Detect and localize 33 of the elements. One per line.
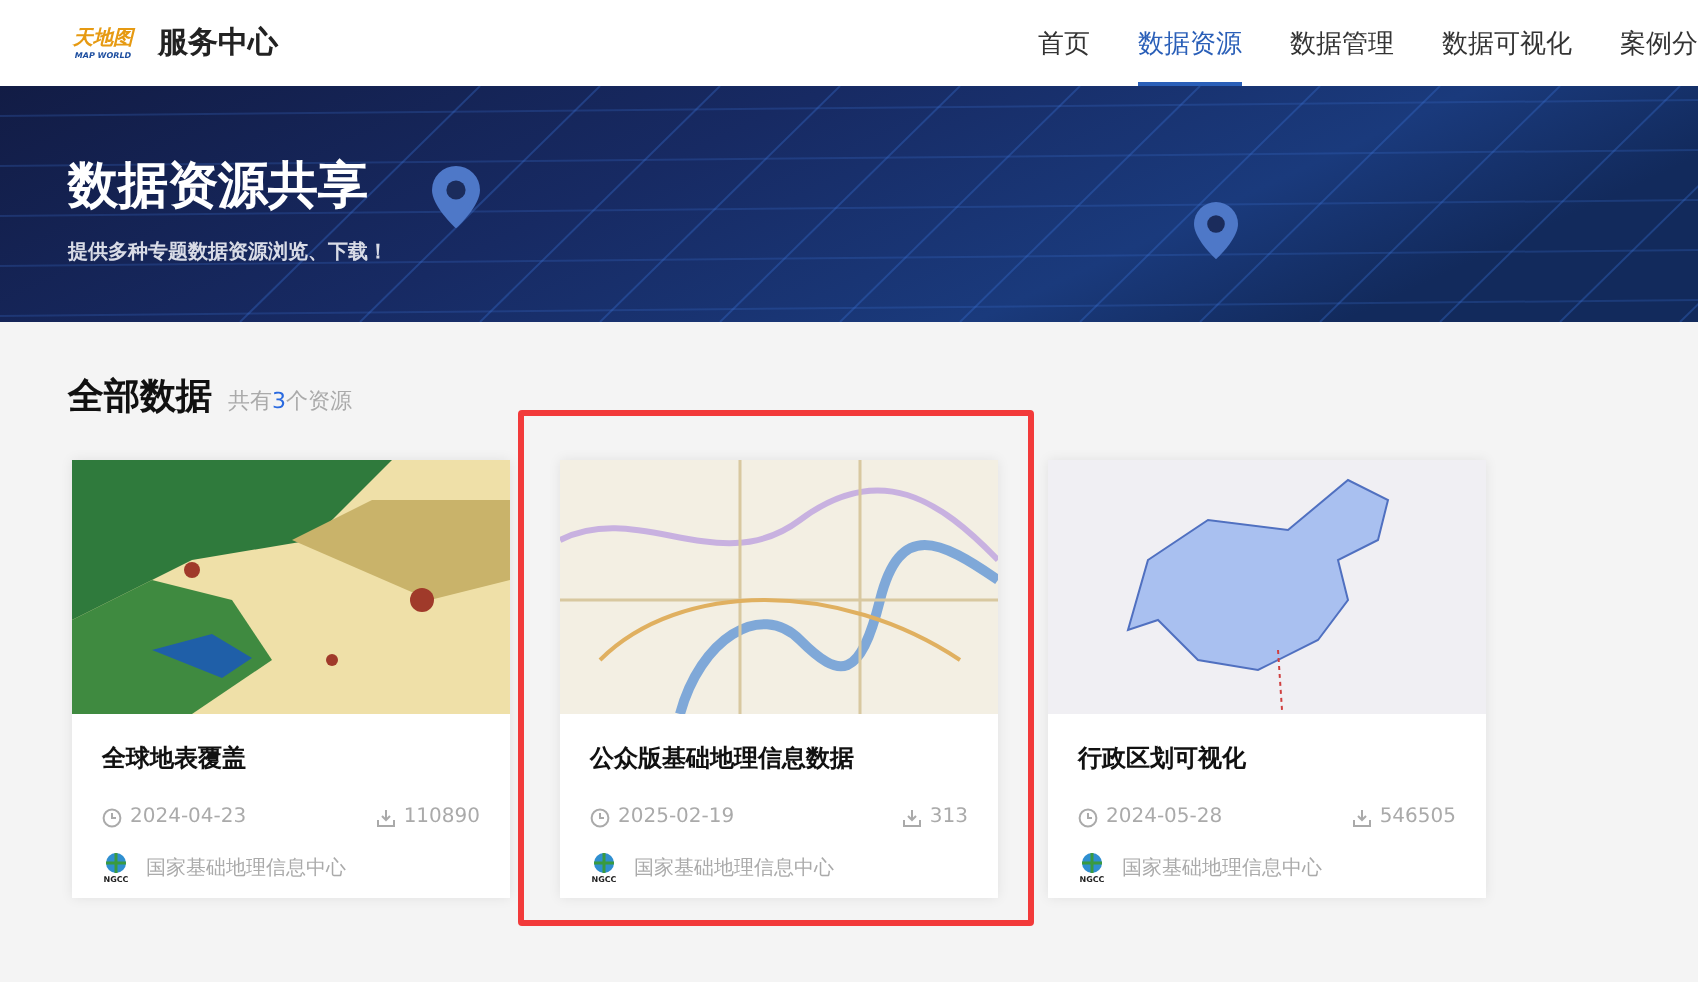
date-text: 2025-02-19 bbox=[618, 806, 735, 828]
provider-name: 国家基础地理信息中心 bbox=[634, 855, 834, 882]
banner-subtitle: 提供多种专题数据资源浏览、下载！ bbox=[68, 239, 388, 266]
nav-tab[interactable]: 数据管理 bbox=[1290, 0, 1394, 86]
banner-title: 数据资源共享 bbox=[68, 154, 368, 218]
nav-tab[interactable]: 首页 bbox=[1038, 0, 1090, 86]
card-title: 全球地表覆盖 bbox=[102, 742, 248, 776]
logo-text: 天地图 bbox=[73, 27, 133, 49]
clock-icon bbox=[590, 807, 610, 827]
date-text: 2024-04-23 bbox=[130, 806, 247, 828]
download-icon bbox=[1351, 807, 1372, 827]
card-title: 行政区划可视化 bbox=[1078, 742, 1248, 776]
site-title: 服务中心 bbox=[158, 24, 278, 62]
date-text: 2024-05-28 bbox=[1106, 806, 1223, 828]
map-pin-icon bbox=[1194, 202, 1238, 260]
card-title: 公众版基础地理信息数据 bbox=[590, 742, 856, 776]
nav-tab[interactable]: 案例分 bbox=[1620, 0, 1698, 86]
download-icon bbox=[375, 807, 396, 827]
map-pin-icon bbox=[432, 166, 480, 229]
clock-icon bbox=[102, 807, 122, 827]
download-count: 110890 bbox=[403, 806, 480, 828]
resource-count: 共有3个资源 bbox=[228, 386, 352, 416]
nav-tab[interactable]: 数据可视化 bbox=[1442, 0, 1572, 86]
section-title: 全部数据 bbox=[68, 374, 212, 420]
globe-icon bbox=[104, 852, 128, 874]
download-count: 313 bbox=[929, 806, 968, 828]
provider-name: 国家基础地理信息中心 bbox=[1122, 855, 1322, 882]
globe-icon bbox=[1080, 852, 1104, 874]
clock-icon bbox=[1078, 807, 1098, 827]
provider-name: 国家基础地理信息中心 bbox=[146, 855, 346, 882]
download-count: 546505 bbox=[1379, 806, 1456, 828]
globe-icon bbox=[592, 852, 616, 874]
download-icon bbox=[901, 807, 922, 827]
